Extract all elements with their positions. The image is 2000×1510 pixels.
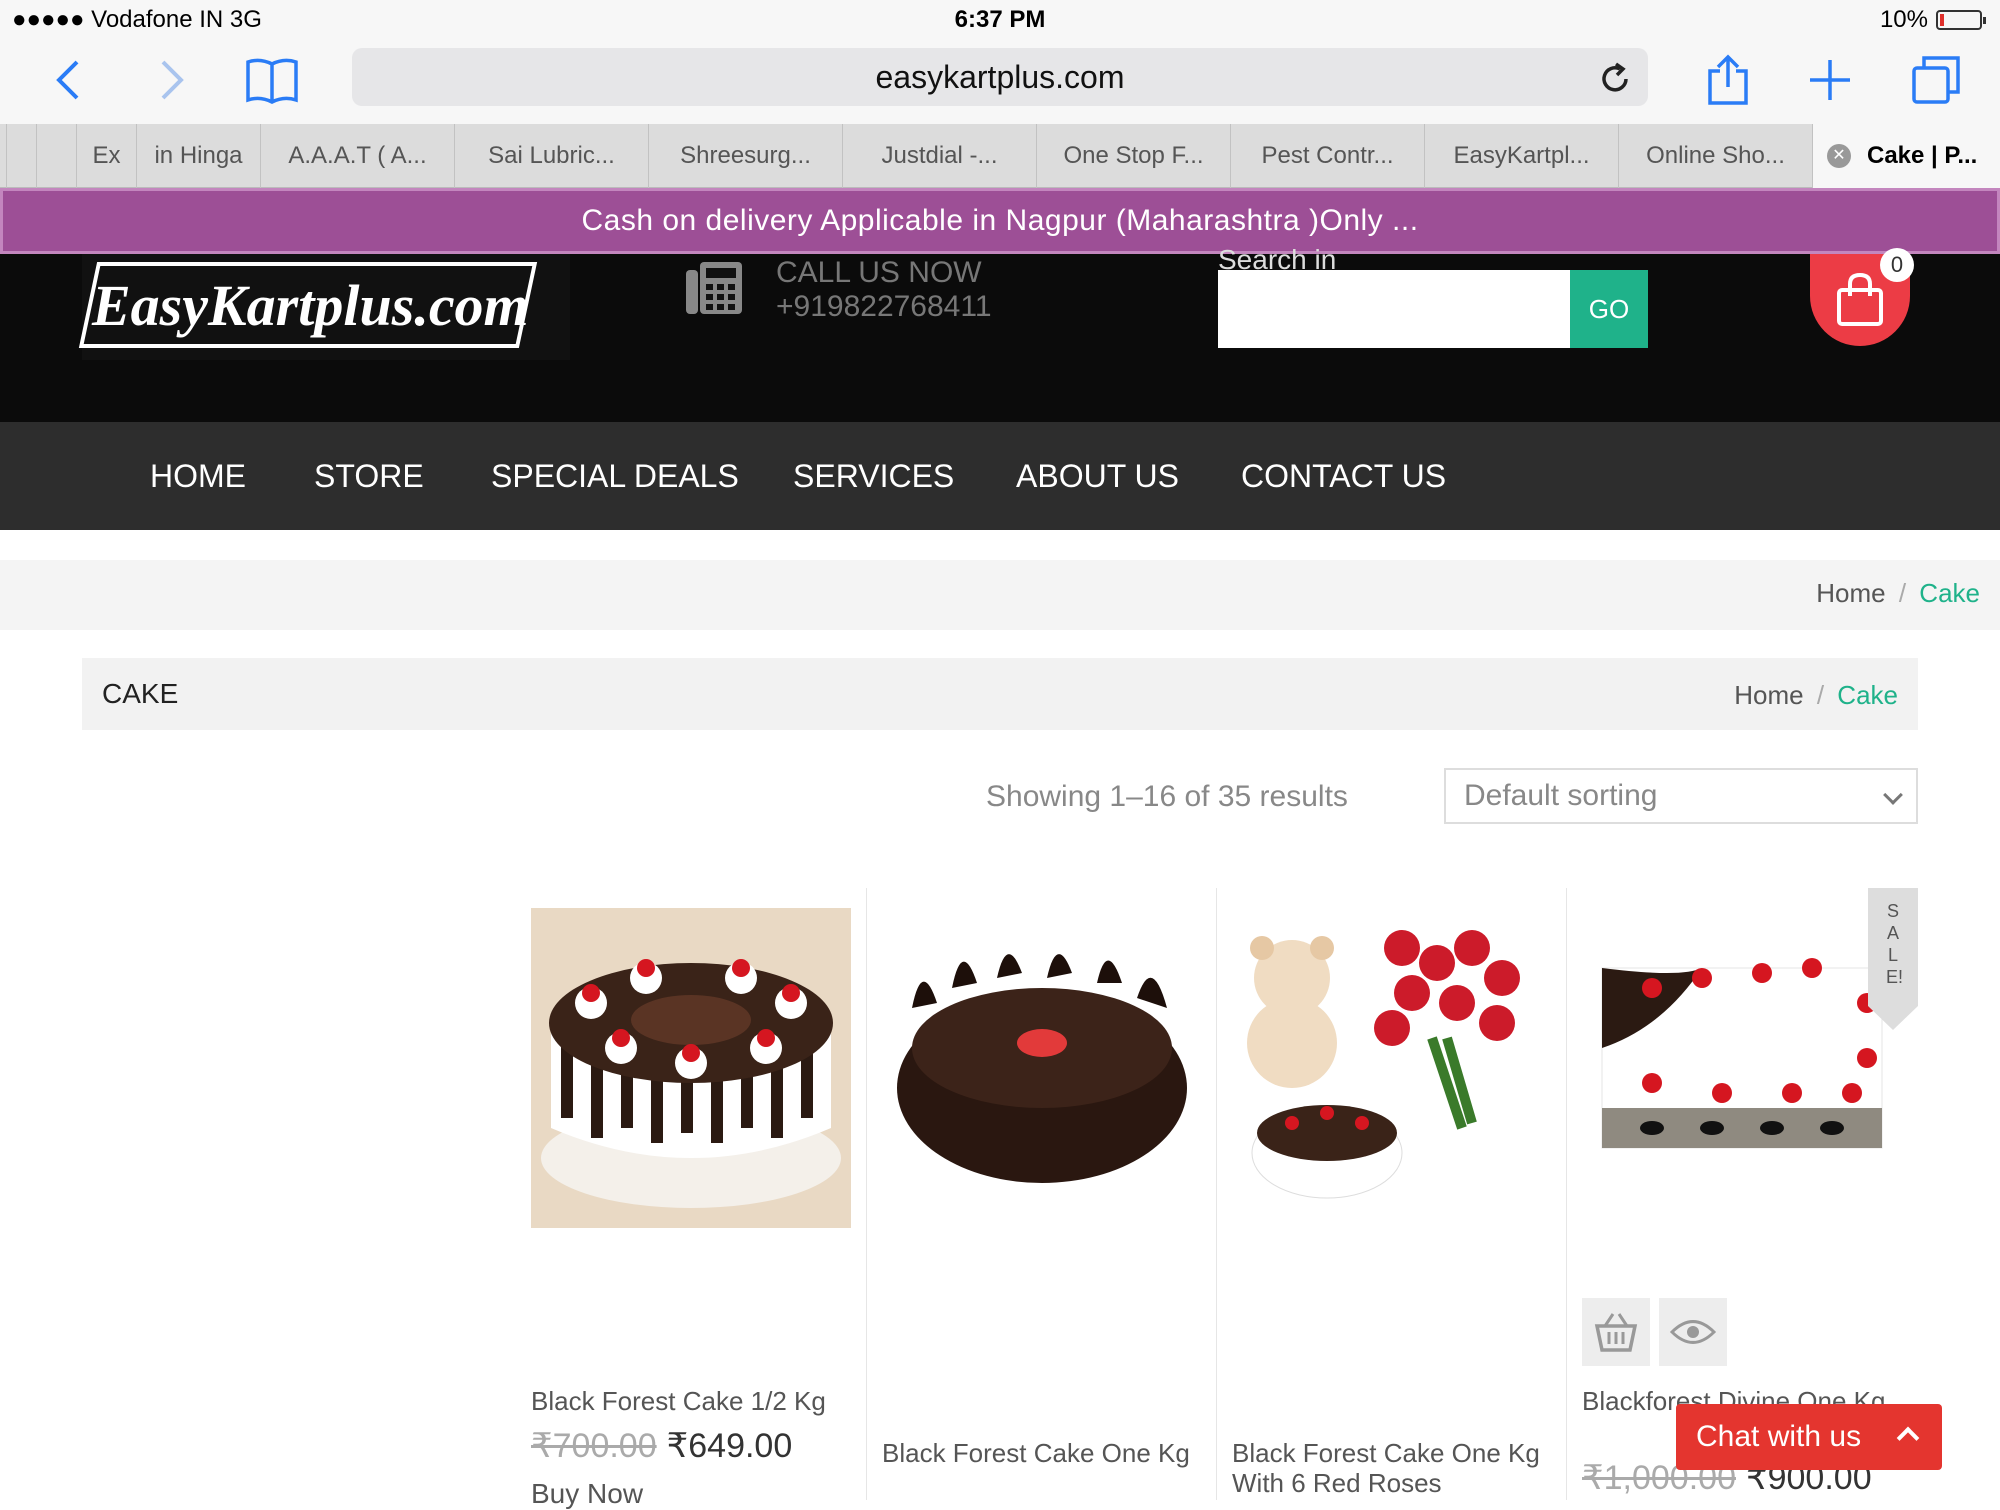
category-title-bar: CAKE Home / Cake	[82, 658, 1918, 730]
browser-tab-active[interactable]: ✕ Cake | P...	[1812, 124, 2000, 188]
call-us-block: CALL US NOW +919822768411	[776, 256, 992, 324]
site-header: EasyKartplus.com CALL US NOW +9198227684…	[0, 244, 2000, 422]
search-go-button[interactable]: GO	[1570, 270, 1648, 348]
browser-tab[interactable]: Justdial -...	[842, 124, 1036, 188]
browser-toolbar: easykartplus.com	[0, 40, 2000, 124]
call-number[interactable]: +919822768411	[776, 290, 992, 324]
page-title: CAKE	[102, 678, 179, 709]
nav-contact-us[interactable]: CONTACT US	[1241, 422, 1446, 530]
browser-tab[interactable]: One Stop F...	[1036, 124, 1230, 188]
active-tab-title: Cake | P...	[1867, 142, 1978, 169]
buy-now-button[interactable]: Buy Now	[531, 1478, 643, 1510]
browser-tab[interactable]: A.A.A.T ( A...	[260, 124, 454, 188]
browser-tab[interactable]: EasyKartpl...	[1424, 124, 1618, 188]
browser-tab[interactable]: Sai Lubric...	[454, 124, 648, 188]
product-card[interactable]: Black Forest Cake One Kg	[866, 888, 1216, 1500]
breadcrumb: Home / Cake	[1734, 680, 1898, 710]
forward-icon[interactable]	[140, 50, 204, 110]
delivery-notice-banner: Cash on delivery Applicable in Nagpur (M…	[0, 188, 2000, 254]
search-input[interactable]	[1218, 270, 1570, 348]
nav-home[interactable]: HOME	[150, 422, 246, 530]
sale-badge: SALE!	[1868, 888, 1918, 1030]
tabs-overview-icon[interactable]	[1904, 50, 1968, 110]
sort-select[interactable]: Default sorting	[1444, 768, 1918, 824]
browser-tab[interactable]: Online Sho...	[1618, 124, 1812, 188]
eye-icon	[1670, 1320, 1716, 1344]
product-image[interactable]	[531, 908, 851, 1228]
nav-about-us[interactable]: ABOUT US	[1016, 422, 1179, 530]
chat-with-us-button[interactable]: Chat with us	[1676, 1404, 1942, 1470]
share-icon[interactable]	[1696, 50, 1760, 110]
nav-store[interactable]: STORE	[314, 422, 424, 530]
product-image[interactable]	[1582, 908, 1902, 1228]
product-name[interactable]: Black Forest Cake 1/2 Kg	[531, 1386, 861, 1416]
product-image[interactable]	[882, 908, 1202, 1228]
browser-tab[interactable]: Pest Contr...	[1230, 124, 1424, 188]
shopping-bag-icon	[1837, 272, 1883, 326]
chevron-up-icon	[1896, 1426, 1920, 1450]
product-name[interactable]: Black Forest Cake One Kg	[882, 1438, 1212, 1468]
breadcrumb-current: Cake	[1919, 578, 1980, 608]
telephone-icon	[686, 260, 744, 316]
nav-services[interactable]: SERVICES	[793, 422, 954, 530]
chevron-down-icon	[1883, 785, 1903, 805]
basket-icon	[1594, 1313, 1638, 1352]
back-icon[interactable]	[36, 50, 100, 110]
quick-view-button[interactable]	[1659, 1298, 1727, 1366]
breadcrumb-band: Home / Cake	[0, 560, 2000, 630]
browser-tab[interactable]: Shreesurg...	[648, 124, 842, 188]
status-bar: ●●●●● Vodafone IN 3G 6:37 PM 10%	[0, 0, 2000, 40]
breadcrumb: Home / Cake	[1816, 578, 1980, 608]
browser-tab[interactable]: in Hinga	[136, 124, 260, 188]
breadcrumb-home[interactable]: Home	[1734, 680, 1803, 710]
sort-value: Default sorting	[1464, 779, 1658, 812]
product-price: ₹700.00 ₹649.00	[531, 1426, 792, 1466]
add-to-cart-button[interactable]	[1582, 1298, 1650, 1366]
product-card[interactable]: Black Forest Cake One Kg With 6 Red Rose…	[1216, 888, 1566, 1500]
close-tab-icon[interactable]: ✕	[1827, 144, 1851, 168]
site-logo[interactable]: EasyKartplus.com	[78, 254, 570, 360]
cart-count-badge: 0	[1880, 248, 1914, 282]
new-tab-icon[interactable]	[1798, 50, 1862, 110]
breadcrumb-home[interactable]: Home	[1816, 578, 1885, 608]
clock: 6:37 PM	[954, 6, 1046, 33]
old-price: ₹700.00	[531, 1427, 657, 1465]
product-name[interactable]: Black Forest Cake One Kg With 6 Red Rose…	[1232, 1438, 1562, 1498]
nav-special-deals[interactable]: SPECIAL DEALS	[491, 422, 739, 530]
main-nav: HOME STORE SPECIAL DEALS SERVICES ABOUT …	[0, 422, 2000, 530]
tab-stack[interactable]	[6, 124, 36, 188]
address-bar[interactable]: easykartplus.com	[352, 48, 1648, 106]
browser-tab-strip: Ex in Hinga A.A.A.T ( A... Sai Lubric...…	[0, 124, 2000, 188]
tab-stack[interactable]	[36, 124, 76, 188]
breadcrumb-current: Cake	[1837, 680, 1898, 710]
battery-icon	[1936, 10, 1986, 30]
product-card[interactable]: Black Forest Cake 1/2 Kg ₹700.00 ₹649.00 …	[516, 888, 866, 1509]
results-count: Showing 1–16 of 35 results	[986, 780, 1348, 813]
url-text: easykartplus.com	[875, 59, 1125, 95]
product-image[interactable]	[1232, 908, 1552, 1228]
chat-label: Chat with us	[1696, 1420, 1862, 1453]
logo-text: EasyKartplus.com	[92, 273, 529, 338]
battery-percent: 10%	[1879, 6, 1928, 33]
sale-price: ₹649.00	[666, 1427, 793, 1465]
call-label: CALL US NOW	[776, 256, 982, 289]
browser-tab[interactable]: Ex	[76, 124, 136, 188]
reload-icon[interactable]	[1596, 58, 1634, 96]
bookmarks-icon[interactable]	[240, 50, 304, 110]
